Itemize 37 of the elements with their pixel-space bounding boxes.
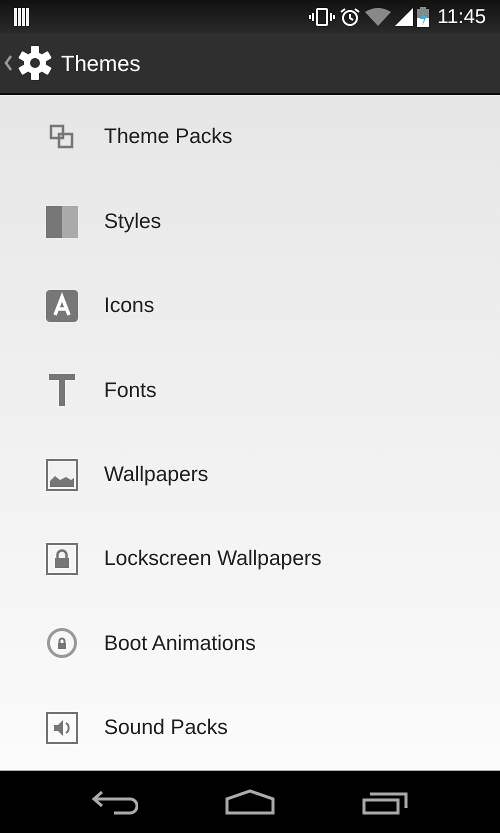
menu-item[interactable]: Fonts — [0, 348, 500, 432]
notification-icon — [14, 8, 30, 26]
wifi-icon — [365, 8, 392, 26]
lock-icon — [46, 543, 78, 576]
signal-icon — [395, 8, 414, 26]
battery-icon — [417, 6, 430, 26]
menu-item-label: Styles — [104, 208, 162, 235]
alarm-icon — [339, 6, 362, 26]
vibrate-icon — [309, 8, 336, 26]
menu-item[interactable]: Boot Animations — [0, 601, 500, 686]
menu-item-label: Theme Packs — [104, 124, 232, 150]
font-icon — [49, 374, 75, 406]
settings-icon — [17, 45, 53, 81]
home-icon[interactable] — [224, 789, 275, 815]
menu-item[interactable]: Styles — [0, 179, 500, 264]
menu-item[interactable]: Icons — [0, 264, 500, 348]
menu-item-label: Sound Packs — [104, 715, 228, 742]
up-button[interactable] — [4, 45, 53, 81]
app-icon — [46, 290, 78, 322]
clock-time: 11:45 — [437, 4, 486, 30]
back-icon[interactable] — [92, 789, 138, 815]
layers-icon — [49, 124, 75, 150]
menu-item[interactable]: Lockscreen Wallpapers — [0, 516, 500, 602]
menu-item[interactable]: Sound Packs — [0, 686, 500, 770]
color-swatch-icon — [46, 206, 78, 238]
screen-title: Themes — [61, 50, 140, 78]
menu-item-label: Boot Animations — [104, 630, 256, 657]
lock-ring-icon — [46, 627, 78, 660]
back-caret-icon — [4, 55, 13, 71]
menu-item-label: Lockscreen Wallpapers — [104, 546, 322, 572]
menu-item[interactable]: Wallpapers — [0, 432, 500, 517]
menu-item-label: Wallpapers — [104, 462, 208, 488]
menu-item-label: Fonts — [104, 378, 157, 404]
speaker-icon — [46, 712, 78, 744]
image-icon — [46, 458, 78, 491]
menu-item[interactable]: Theme Packs — [0, 95, 500, 180]
menu-item-label: Icons — [104, 293, 154, 320]
